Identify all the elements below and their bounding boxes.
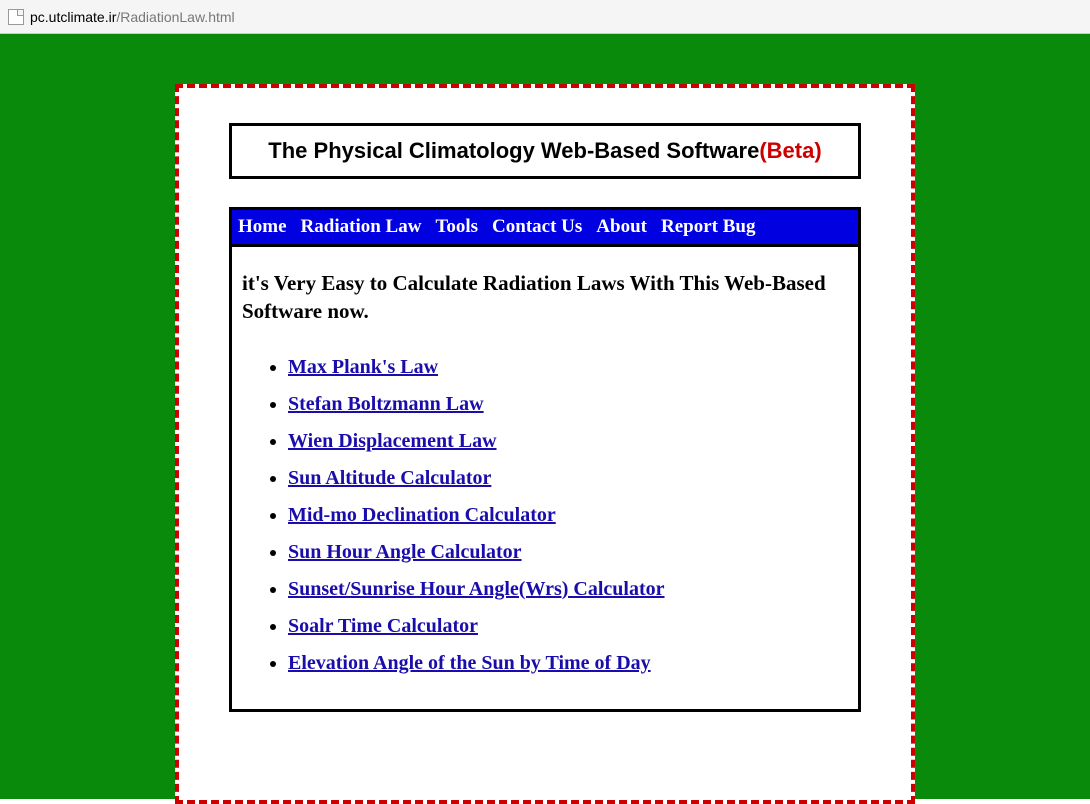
link-stefan-boltzmann[interactable]: Stefan Boltzmann Law [288,393,484,415]
list-item: Stefan Boltzmann Law [288,393,848,416]
list-item: Wien Displacement Law [288,430,848,453]
content-frame: Home Radiation Law Tools Contact Us Abou… [229,207,861,712]
main-nav: Home Radiation Law Tools Contact Us Abou… [232,210,858,247]
link-elevation-angle[interactable]: Elevation Angle of the Sun by Time of Da… [288,652,651,674]
link-solar-time[interactable]: Soalr Time Calculator [288,615,478,637]
intro-text: it's Very Easy to Calculate Radiation La… [242,269,848,326]
link-sun-altitude[interactable]: Sun Altitude Calculator [288,467,491,489]
list-item: Sun Hour Angle Calculator [288,541,848,564]
list-item: Soalr Time Calculator [288,615,848,638]
page-viewport: The Physical Climatology Web-Based Softw… [0,34,1090,799]
list-item: Sunset/Sunrise Hour Angle(Wrs) Calculato… [288,578,848,601]
nav-contact-us[interactable]: Contact Us [492,216,582,238]
page-icon [8,9,24,25]
nav-radiation-law[interactable]: Radiation Law [301,216,422,238]
list-item: Sun Altitude Calculator [288,467,848,490]
nav-about[interactable]: About [596,216,647,238]
link-sun-hour-angle[interactable]: Sun Hour Angle Calculator [288,541,522,563]
list-item: Mid-mo Declination Calculator [288,504,848,527]
list-item: Max Plank's Law [288,356,848,379]
list-item: Elevation Angle of the Sun by Time of Da… [288,652,848,675]
url-display: pc.utclimate.ir/RadiationLaw.html [30,9,235,25]
site-title-box: The Physical Climatology Web-Based Softw… [229,123,861,179]
calculator-link-list: Max Plank's Law Stefan Boltzmann Law Wie… [242,356,848,675]
link-sunset-sunrise[interactable]: Sunset/Sunrise Hour Angle(Wrs) Calculato… [288,578,665,600]
url-host: pc.utclimate.ir [30,9,116,25]
link-wien[interactable]: Wien Displacement Law [288,430,497,452]
site-title: The Physical Climatology Web-Based Softw… [268,138,759,163]
nav-report-bug[interactable]: Report Bug [661,216,755,238]
nav-home[interactable]: Home [238,216,287,238]
nav-tools[interactable]: Tools [435,216,478,238]
link-max-plank[interactable]: Max Plank's Law [288,356,438,378]
link-mid-mo-decl[interactable]: Mid-mo Declination Calculator [288,504,556,526]
browser-address-bar[interactable]: pc.utclimate.ir/RadiationLaw.html [0,0,1090,34]
content-body: it's Very Easy to Calculate Radiation La… [232,247,858,709]
site-title-beta: (Beta) [759,138,821,163]
dashed-container: The Physical Climatology Web-Based Softw… [175,84,915,804]
url-path: /RadiationLaw.html [116,9,234,25]
